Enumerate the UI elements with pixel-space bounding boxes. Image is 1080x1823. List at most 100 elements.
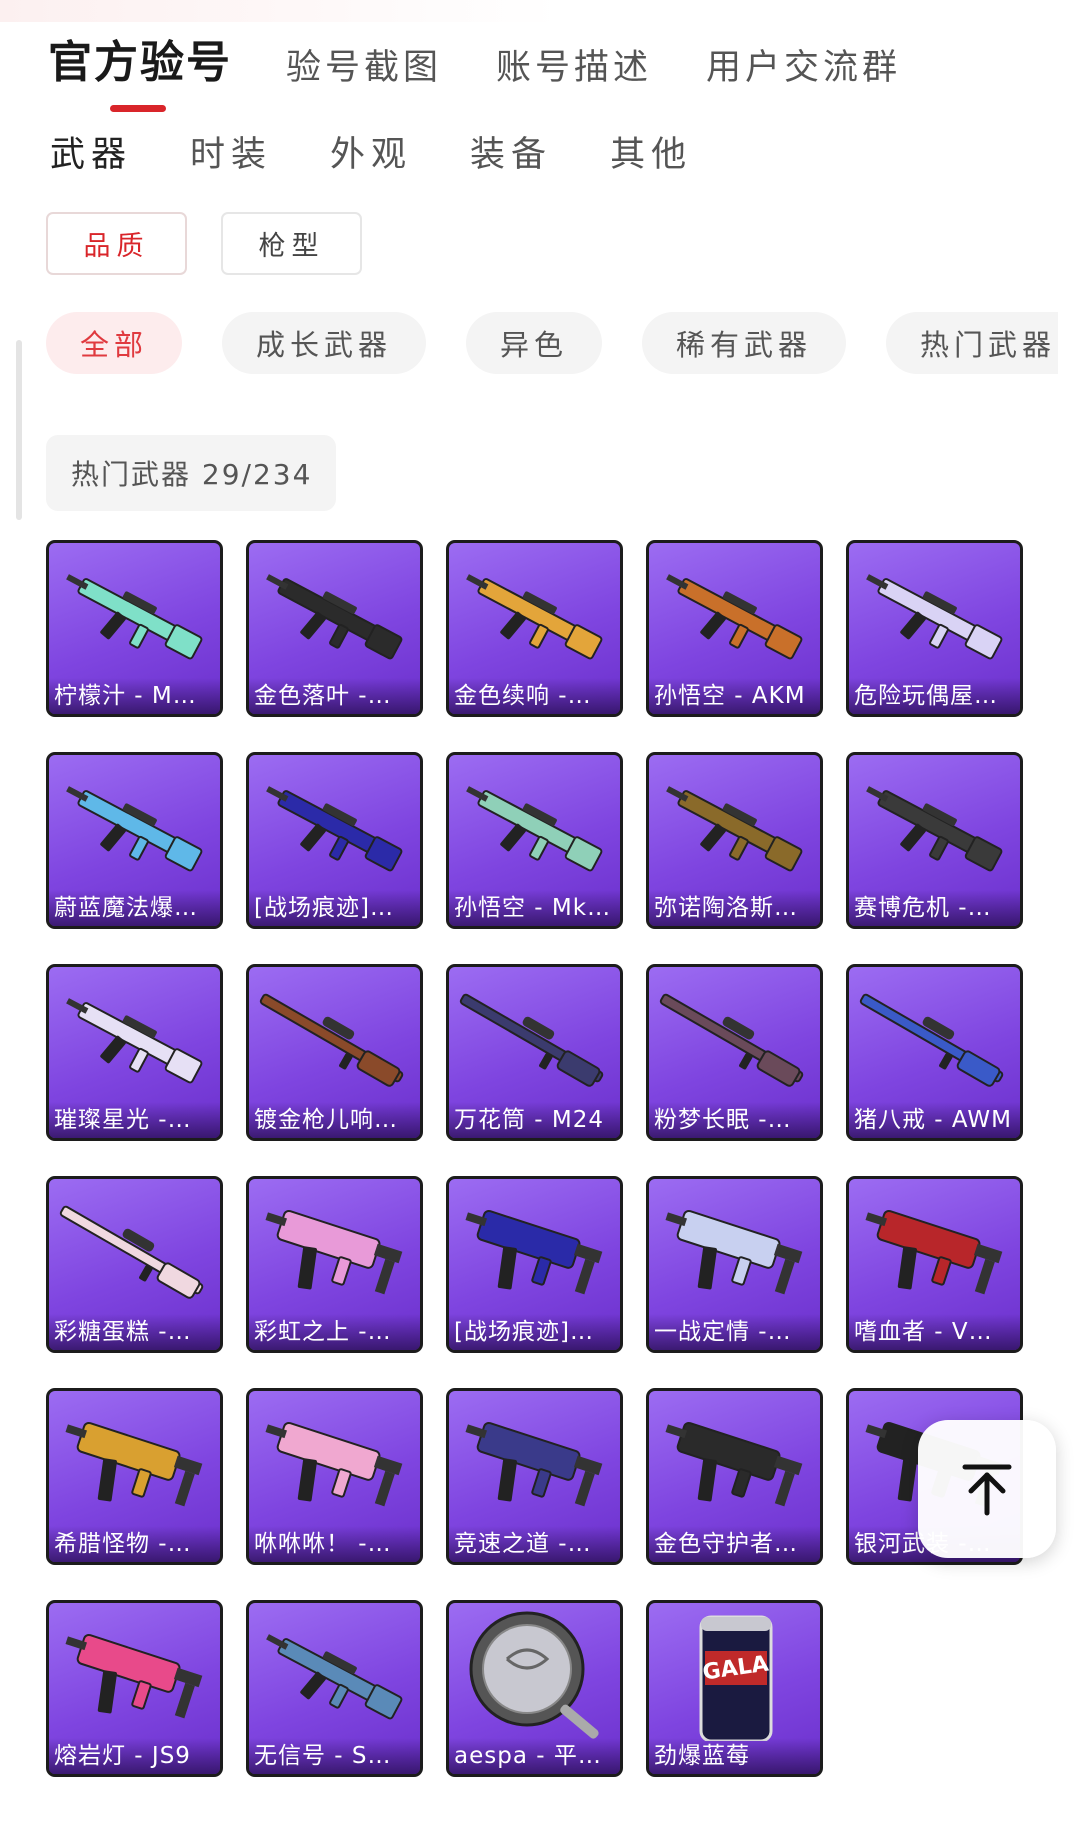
weapon-name: 嗜血者 - V… bbox=[849, 1314, 1020, 1350]
subtab-equipment[interactable]: 装备 bbox=[470, 126, 552, 177]
weapon-name: 金色落叶 -… bbox=[249, 678, 420, 714]
rifle-icon bbox=[666, 786, 803, 872]
weapon-name: 一战定情 -… bbox=[649, 1314, 820, 1350]
weapon-name: [战场痕迹]… bbox=[449, 1314, 620, 1350]
category-pills: 全部 成长武器 异色 稀有武器 热门武器 bbox=[46, 312, 1058, 374]
subtab-other[interactable]: 其他 bbox=[610, 126, 692, 177]
smg-icon bbox=[265, 1209, 403, 1295]
weapon-name: 彩虹之上 -… bbox=[249, 1314, 420, 1350]
weapon-name: 金色守护者… bbox=[649, 1526, 820, 1562]
can-icon: GALA bbox=[699, 1615, 773, 1741]
weapon-card[interactable]: 孙悟空 - Mk14 bbox=[446, 752, 623, 929]
count-badge: 热门武器 29/234 bbox=[46, 435, 336, 511]
weapon-card[interactable]: 彩糖蛋糕 -… bbox=[46, 1176, 223, 1353]
scrollbar[interactable] bbox=[16, 340, 22, 520]
tab-user-group[interactable]: 用户交流群 bbox=[706, 39, 901, 90]
smg-icon bbox=[665, 1421, 803, 1507]
weapon-name: 弥诺陶洛斯… bbox=[649, 890, 820, 926]
weapon-card[interactable]: 希腊怪物 -… bbox=[46, 1388, 223, 1565]
weapon-card[interactable]: 金色续响 -… bbox=[446, 540, 623, 717]
subtab-weapons[interactable]: 武器 bbox=[50, 126, 132, 177]
weapon-card[interactable]: 无信号 - S… bbox=[246, 1600, 423, 1777]
weapon-card[interactable]: GALA 劲爆蓝莓 bbox=[646, 1600, 823, 1777]
weapon-card[interactable]: 危险玩偶屋… bbox=[846, 540, 1023, 717]
sniper-icon bbox=[59, 1205, 204, 1299]
weapon-card[interactable]: 猪八戒 - AWM bbox=[846, 964, 1023, 1141]
pill-all[interactable]: 全部 bbox=[46, 312, 182, 374]
sniper-icon bbox=[659, 993, 804, 1087]
pan-icon bbox=[469, 1611, 599, 1739]
weapon-name: 柠檬汁 - M… bbox=[49, 678, 220, 714]
weapon-name: 无信号 - S… bbox=[249, 1738, 420, 1774]
weapon-card[interactable]: 璀璨星光 -… bbox=[46, 964, 223, 1141]
rifle-icon bbox=[466, 786, 603, 872]
weapon-name: 猪八戒 - AWM bbox=[849, 1102, 1020, 1138]
weapon-card[interactable]: aespa - 平… bbox=[446, 1600, 623, 1777]
weapon-name: [战场痕迹]… bbox=[249, 890, 420, 926]
weapon-card[interactable]: 柠檬汁 - M… bbox=[46, 540, 223, 717]
rifle-icon bbox=[266, 574, 403, 660]
smg-icon bbox=[865, 1209, 1003, 1295]
back-to-top-button[interactable] bbox=[918, 1420, 1056, 1558]
active-tab-underline bbox=[110, 105, 166, 112]
weapon-card[interactable]: 孙悟空 - AKM bbox=[646, 540, 823, 717]
rifle-icon bbox=[66, 574, 203, 660]
weapon-card[interactable]: 一战定情 -… bbox=[646, 1176, 823, 1353]
subtab-outfits[interactable]: 时装 bbox=[190, 126, 272, 177]
weapon-name: 镀金枪儿响… bbox=[249, 1102, 420, 1138]
filter-gun-type-button[interactable]: 枪型 bbox=[221, 212, 362, 275]
weapon-card[interactable]: 金色落叶 -… bbox=[246, 540, 423, 717]
weapon-card[interactable]: [战场痕迹]… bbox=[446, 1176, 623, 1353]
top-fade bbox=[0, 0, 560, 22]
weapon-card[interactable]: 金色守护者… bbox=[646, 1388, 823, 1565]
smg-icon bbox=[65, 1633, 203, 1719]
filter-quality-button[interactable]: 品质 bbox=[46, 212, 187, 275]
rifle-icon bbox=[866, 574, 1003, 660]
weapon-name: 咻咻咻！ -… bbox=[249, 1526, 420, 1562]
tab-official-check[interactable]: 官方验号 bbox=[48, 26, 232, 112]
pill-alt-color[interactable]: 异色 bbox=[466, 312, 602, 374]
weapon-card[interactable]: 咻咻咻！ -… bbox=[246, 1388, 423, 1565]
weapon-name: 孙悟空 - Mk14 bbox=[449, 890, 620, 926]
pill-rare-weapons[interactable]: 稀有武器 bbox=[642, 312, 846, 374]
smg-icon bbox=[465, 1209, 603, 1295]
weapon-card[interactable]: 蔚蓝魔法爆… bbox=[46, 752, 223, 929]
weapon-name: 粉梦长眠 -… bbox=[649, 1102, 820, 1138]
weapon-name: 赛博危机 -… bbox=[849, 890, 1020, 926]
smg-icon bbox=[465, 1421, 603, 1507]
smg-icon bbox=[665, 1209, 803, 1295]
weapon-card[interactable]: [战场痕迹]… bbox=[246, 752, 423, 929]
filter-buttons: 品质 枪型 bbox=[46, 212, 396, 275]
pill-hot-weapons[interactable]: 热门武器 bbox=[886, 312, 1058, 374]
rifle-icon bbox=[866, 786, 1003, 872]
tab-check-screenshots[interactable]: 验号截图 bbox=[286, 39, 442, 90]
weapon-name: 万花筒 - M24 bbox=[449, 1102, 620, 1138]
weapon-card[interactable]: 竞速之道 -… bbox=[446, 1388, 623, 1565]
weapon-name: aespa - 平… bbox=[449, 1738, 620, 1774]
smg-icon bbox=[265, 1421, 403, 1507]
rifle-icon bbox=[266, 1634, 403, 1720]
weapon-name: 希腊怪物 -… bbox=[49, 1526, 220, 1562]
pill-growth-weapons[interactable]: 成长武器 bbox=[222, 312, 426, 374]
tab-label: 官方验号 bbox=[48, 37, 232, 88]
weapon-card[interactable]: 嗜血者 - V… bbox=[846, 1176, 1023, 1353]
main-tabs: 官方验号 验号截图 账号描述 用户交流群 bbox=[48, 26, 955, 112]
subtab-appearance[interactable]: 外观 bbox=[330, 126, 412, 177]
weapon-card[interactable]: 万花筒 - M24 bbox=[446, 964, 623, 1141]
weapon-card[interactable]: 彩虹之上 -… bbox=[246, 1176, 423, 1353]
weapon-card[interactable]: 镀金枪儿响… bbox=[246, 964, 423, 1141]
weapon-card[interactable]: 粉梦长眠 -… bbox=[646, 964, 823, 1141]
weapon-card[interactable]: 赛博危机 -… bbox=[846, 752, 1023, 929]
smg-icon bbox=[65, 1421, 203, 1507]
weapon-name: 熔岩灯 - JS9 bbox=[49, 1738, 220, 1774]
weapon-name: 劲爆蓝莓 bbox=[649, 1738, 820, 1774]
weapon-card[interactable]: 弥诺陶洛斯… bbox=[646, 752, 823, 929]
weapon-name: 彩糖蛋糕 -… bbox=[49, 1314, 220, 1350]
sub-tabs: 武器 时装 外观 装备 其他 bbox=[50, 126, 750, 177]
sniper-icon bbox=[259, 993, 404, 1087]
arrow-up-icon bbox=[962, 1464, 1012, 1516]
weapon-card[interactable]: 熔岩灯 - JS9 bbox=[46, 1600, 223, 1777]
tab-account-description[interactable]: 账号描述 bbox=[496, 39, 652, 90]
weapon-name: 璀璨星光 -… bbox=[49, 1102, 220, 1138]
weapon-name: 危险玩偶屋… bbox=[849, 678, 1020, 714]
